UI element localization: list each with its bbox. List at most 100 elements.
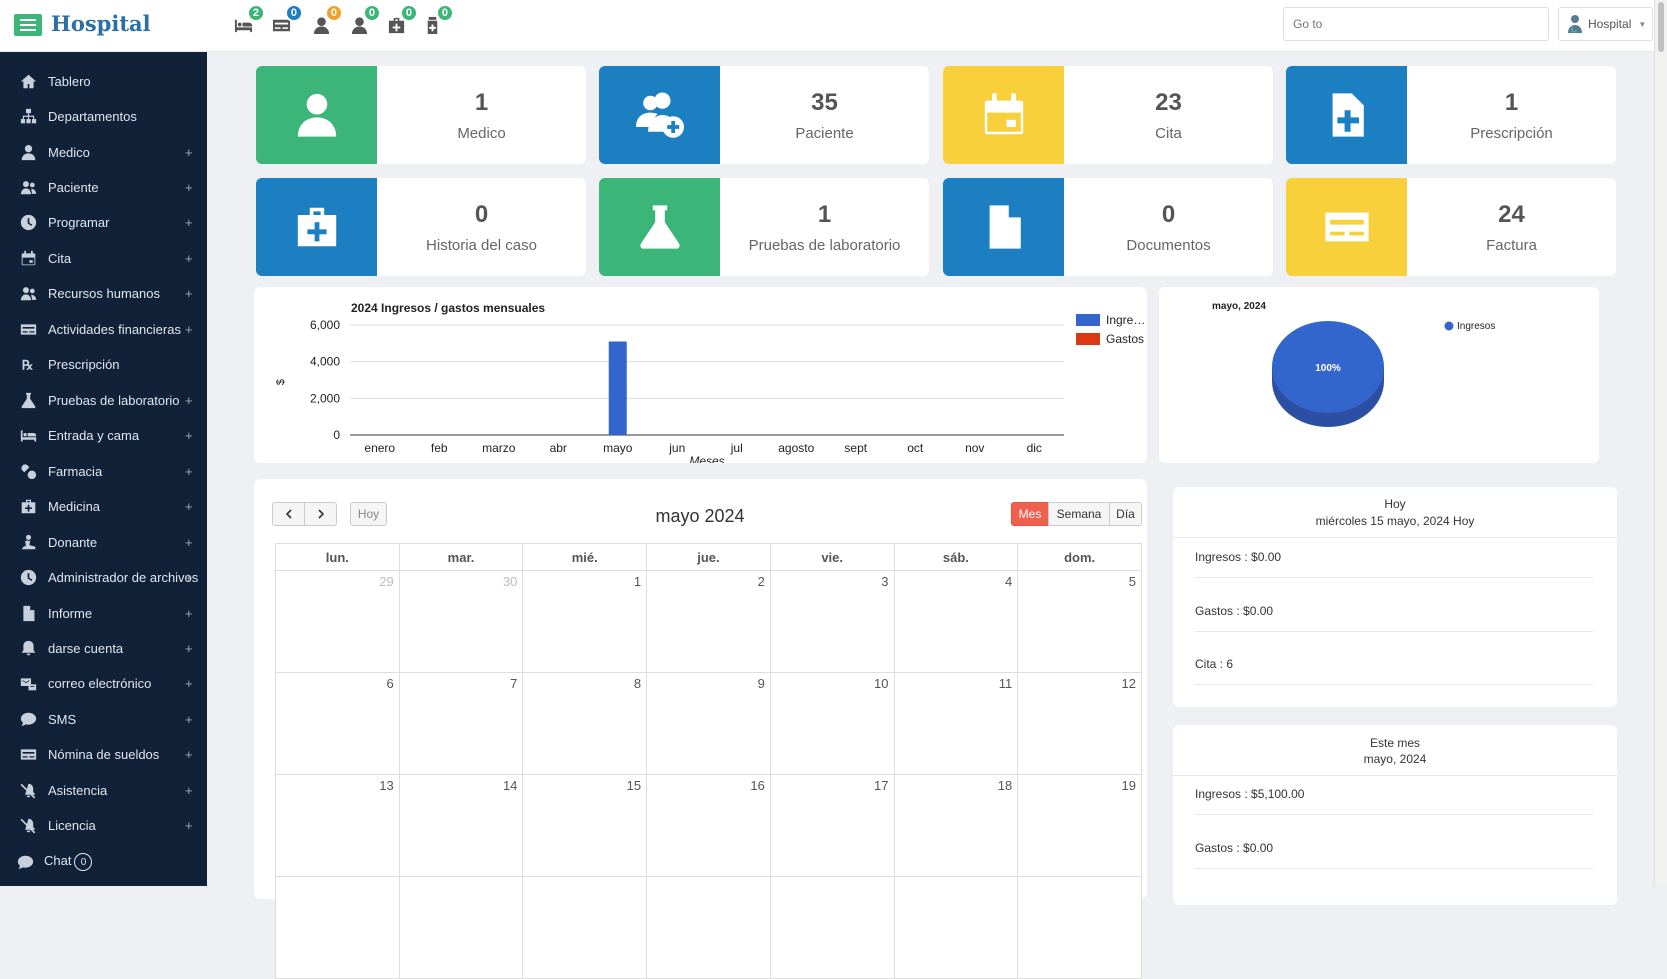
sidebar-item-chat[interactable]: Chat 0 <box>0 846 207 878</box>
sidebar-item-paciente[interactable]: Paciente + <box>0 171 207 203</box>
sidebar-item-label: Asistencia <box>48 782 108 798</box>
stat-card-historia-del-caso[interactable]: 0 Historia del caso <box>256 178 586 276</box>
calendar-day-cell[interactable] <box>522 876 648 979</box>
sidebar-item-actividades-financieras[interactable]: Actividades financieras + <box>0 313 207 345</box>
x-tick-label: marzo <box>482 441 516 455</box>
x-tick-label: mayo <box>603 441 633 455</box>
calendar-day-cell[interactable]: 12 <box>1017 672 1142 775</box>
calendar-day-cell[interactable]: 8 <box>522 672 648 775</box>
calendar-day-cell[interactable] <box>646 876 771 979</box>
day-number: 3 <box>881 574 889 589</box>
topbar-user-button[interactable]: 0 <box>310 4 343 36</box>
x-tick-label: sept <box>844 441 867 455</box>
calendar-day-cell[interactable]: 17 <box>769 774 895 877</box>
goto-search-input[interactable] <box>1283 7 1549 41</box>
calendar-day-cell[interactable]: 4 <box>893 570 1019 673</box>
topbar-bed-button[interactable]: 2 <box>232 4 265 36</box>
calendar-day-cell[interactable]: 18 <box>893 774 1019 877</box>
sidebar-item-darse-cuenta[interactable]: darse cuenta + <box>0 632 207 664</box>
stat-card-pruebas-de-laboratorio[interactable]: 1 Pruebas de laboratorio <box>599 178 929 276</box>
day-number: 7 <box>510 676 518 691</box>
stat-card-icon-box <box>943 178 1064 276</box>
calendar-day-cell[interactable]: 9 <box>646 672 771 775</box>
day-number: 14 <box>502 778 518 793</box>
view-week-button[interactable]: Semana <box>1048 502 1110 526</box>
sidebar-item-label: correo electrónico <box>48 675 152 691</box>
calendar-day-cell[interactable]: 19 <box>1017 774 1142 877</box>
calendar-today-button[interactable]: Hoy <box>350 502 387 526</box>
calendar-day-cell[interactable]: 11 <box>893 672 1019 775</box>
view-month-button[interactable]: Mes <box>1011 502 1049 526</box>
calendar-next-button[interactable] <box>304 502 337 526</box>
stat-card-prescripción[interactable]: 1 Prescripción <box>1286 66 1616 164</box>
sidebar-item-prescripción[interactable]: ℞ Prescripción <box>0 348 207 380</box>
topbar-medkit-button[interactable]: 0 <box>385 4 418 36</box>
stat-card-documentos[interactable]: 0 Documentos <box>943 178 1273 276</box>
stat-card-paciente[interactable]: 35 Paciente <box>599 66 929 164</box>
y-tick-label: 2,000 <box>310 391 340 405</box>
calendar-day-cell[interactable]: 14 <box>398 774 524 877</box>
calendar-day-cell[interactable]: 6 <box>275 672 400 775</box>
stat-card-medico[interactable]: 1 Medico <box>256 66 586 164</box>
today-panel-title: Hoy <box>1384 497 1406 511</box>
sidebar-item-licencia[interactable]: Licencia + <box>0 809 207 841</box>
sidebar-item-label: Departamentos <box>48 108 137 124</box>
calendar-day-cell[interactable] <box>275 876 400 979</box>
pie-slice-label: 100% <box>1315 363 1341 374</box>
topbar-card-button[interactable]: 0 <box>270 4 303 36</box>
sidebar-item-informe[interactable]: Informe + <box>0 597 207 629</box>
sidebar-item-pruebas-de-laboratorio[interactable]: Pruebas de laboratorio + <box>0 384 207 416</box>
expand-plus-icon: + <box>185 640 193 656</box>
brand-title[interactable]: Hospital <box>51 11 151 36</box>
month-panel-row: Ingresos : $5,100.00 <box>1195 773 1593 815</box>
stat-card-label: Paciente <box>795 124 854 142</box>
sidebar-item-medicina[interactable]: Medicina + <box>0 490 207 522</box>
topbar-user-button[interactable]: 0 <box>348 4 381 36</box>
sidebar-item-label: Cita <box>48 250 72 266</box>
sidebar-item-donante[interactable]: Donante + <box>0 526 207 558</box>
calendar-day-cell[interactable]: 7 <box>398 672 524 775</box>
sidebar-item-programar[interactable]: Programar + <box>0 206 207 238</box>
view-day-button[interactable]: Día <box>1109 502 1142 526</box>
card-icon-wrap <box>17 744 39 764</box>
calendar-day-cell[interactable]: 1 <box>522 570 648 673</box>
calendar-day-cell[interactable]: 16 <box>646 774 771 877</box>
calendar-day-cell[interactable] <box>1017 876 1142 979</box>
calendar-day-cell[interactable]: 10 <box>769 672 895 775</box>
sidebar-item-recursos-humanos[interactable]: Recursos humanos + <box>0 277 207 309</box>
stat-card-cita[interactable]: 23 Cita <box>943 66 1273 164</box>
sidebar-item-cita[interactable]: Cita + <box>0 242 207 274</box>
user-menu-button[interactable]: Hospital ▼ <box>1558 7 1653 41</box>
sidebar-item-tablero[interactable]: Tablero <box>0 65 207 97</box>
calendar-prev-button[interactable] <box>272 502 305 526</box>
calendar-header-row: lun. mar. mié. jue. vie. sáb. dom. <box>275 543 1142 571</box>
doctor-icon <box>21 144 35 160</box>
sidebar-item-correo-electrónico[interactable]: correo electrónico + <box>0 667 207 699</box>
stat-card-label: Cita <box>1155 124 1182 142</box>
sidebar-item-sms[interactable]: SMS + <box>0 703 207 735</box>
calendar-day-cell[interactable]: 29 <box>275 570 400 673</box>
stat-card-factura[interactable]: 24 Factura <box>1286 178 1616 276</box>
sidebar-item-farmacia[interactable]: Farmacia + <box>0 455 207 487</box>
topbar-medicine-button[interactable]: 0 <box>421 4 454 36</box>
x-tick-label: agosto <box>778 441 814 455</box>
calendar-day-cell[interactable]: 30 <box>398 570 524 673</box>
sidebar-item-asistencia[interactable]: Asistencia + <box>0 774 207 806</box>
menu-toggle-button[interactable] <box>14 14 42 36</box>
page-scrollbar[interactable] <box>1654 0 1667 886</box>
sidebar-item-departamentos[interactable]: Departamentos <box>0 100 207 132</box>
calendar-day-cell[interactable]: 2 <box>646 570 771 673</box>
calendar-day-cell[interactable] <box>769 876 895 979</box>
calendar-day-cell[interactable] <box>398 876 524 979</box>
day-number: 2 <box>757 574 765 589</box>
calendar-day-cell[interactable] <box>893 876 1019 979</box>
sidebar-item-entrada-y-cama[interactable]: Entrada y cama + <box>0 419 207 451</box>
comment-icon-wrap <box>17 709 39 729</box>
calendar-day-cell[interactable]: 5 <box>1017 570 1142 673</box>
calendar-day-cell[interactable]: 13 <box>275 774 400 877</box>
calendar-day-cell[interactable]: 3 <box>769 570 895 673</box>
sidebar-item-nómina-de-sueldos[interactable]: Nómina de sueldos + <box>0 738 207 770</box>
sidebar-item-medico[interactable]: Medico + <box>0 136 207 168</box>
sidebar-item-administrador-de-archivos[interactable]: Administrador de archivos + <box>0 561 207 593</box>
calendar-day-cell[interactable]: 15 <box>522 774 648 877</box>
